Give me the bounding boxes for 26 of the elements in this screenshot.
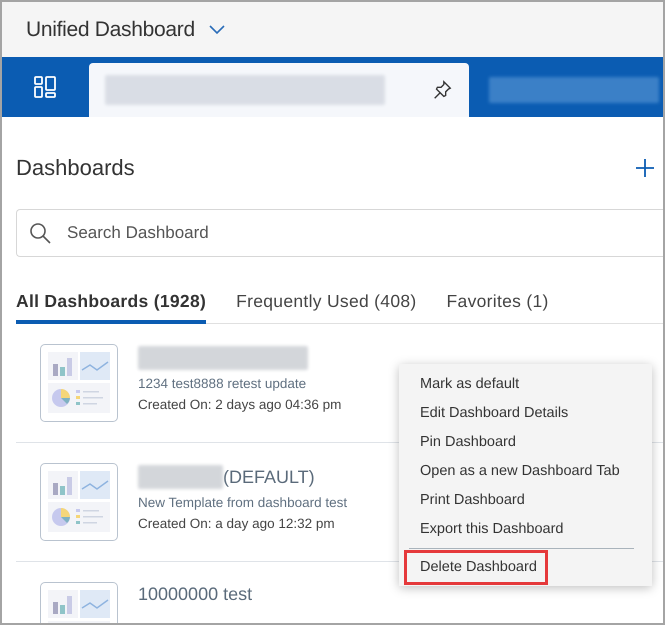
menu-item[interactable]: Edit Dashboard Details: [399, 399, 588, 428]
dashboard-thumbnail-icon: [46, 469, 112, 535]
menu-item[interactable]: Export this Dashboard: [399, 515, 584, 544]
filter-tab[interactable]: All Dashboards (1928): [16, 291, 206, 324]
search-field[interactable]: Search Dashboard: [16, 209, 663, 257]
created-date: Created On: 2 days ago 04:36 pm: [138, 397, 342, 412]
search-icon: [28, 221, 52, 245]
menu-item[interactable]: Delete Dashboard: [407, 553, 545, 582]
chevron-down-icon[interactable]: [208, 24, 225, 34]
pin-icon[interactable]: [431, 79, 453, 101]
dashboard-title: 10000000 test: [138, 584, 252, 605]
created-date: Created On: a day ago 12:32 pm: [138, 516, 336, 531]
menu-item[interactable]: Mark as default: [399, 370, 540, 399]
dashboard-title: (DEFAULT): [223, 466, 315, 488]
menu-item[interactable]: Open as a new Dashboard Tab: [399, 457, 640, 486]
add-icon[interactable]: [635, 158, 655, 178]
dashboard-description: New Template from dashboard test: [138, 495, 348, 510]
dashboard-description: 1234 test8888 retest update: [138, 376, 308, 391]
menu-item[interactable]: Pin Dashboard: [399, 428, 536, 457]
filter-tab[interactable]: Favorites (1): [446, 291, 549, 324]
dashboard-thumbnail-icon: [46, 350, 112, 416]
menu-item[interactable]: Print Dashboard: [399, 486, 545, 515]
panel-title: Dashboards: [16, 155, 135, 181]
filter-tab[interactable]: Frequently Used (408): [236, 291, 417, 324]
layout-icon: [32, 75, 56, 99]
app-title: Unified Dashboard: [26, 18, 195, 42]
